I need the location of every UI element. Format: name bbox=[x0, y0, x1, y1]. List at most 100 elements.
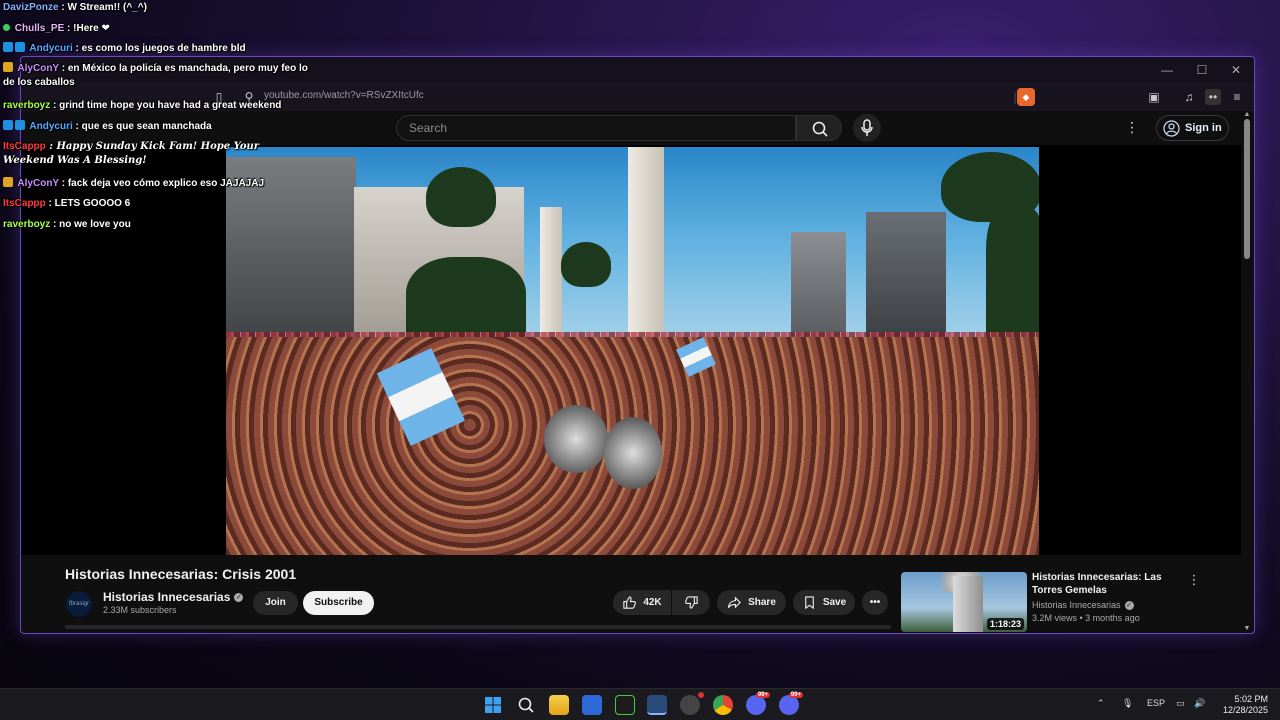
extension-icon[interactable]: •• bbox=[1205, 89, 1221, 105]
discord-icon[interactable]: 99+ bbox=[746, 692, 770, 715]
active-browser-icon[interactable] bbox=[647, 695, 667, 715]
thumbs-up-icon bbox=[623, 596, 637, 609]
settings-more-icon[interactable]: ⋮ bbox=[1123, 119, 1141, 137]
channel-name[interactable]: Historias Innecesarias ✓ bbox=[103, 590, 244, 604]
minimize-icon[interactable]: — bbox=[1156, 61, 1178, 79]
chat-username: Andycuri bbox=[29, 121, 73, 132]
thumbs-down-icon bbox=[684, 596, 698, 609]
chat-text: grind time hope you have had a great wee… bbox=[59, 100, 282, 111]
channel-avatar[interactable]: fbrasigr bbox=[66, 591, 92, 617]
language-indicator[interactable]: ESP bbox=[1147, 698, 1165, 708]
chevron-up-icon[interactable]: ⌃ bbox=[1097, 698, 1105, 709]
voice-search-button[interactable] bbox=[853, 114, 881, 142]
chat-message: ItsCappp : Happy Sunday Kick Fam! Hope Y… bbox=[3, 141, 260, 166]
chat-message: DavizPonze : W Stream!! (^_^) bbox=[3, 2, 147, 13]
scroll-up-icon[interactable]: ▲ bbox=[1242, 111, 1252, 119]
account-icon bbox=[1163, 119, 1180, 137]
video-building bbox=[791, 232, 846, 347]
chat-text: LETS GOOOO 6 bbox=[54, 198, 131, 209]
chat-username: ItsCappp bbox=[3, 198, 46, 209]
chat-message: Chulls_PE : !Here ❤ bbox=[3, 22, 110, 36]
recommended-channel[interactable]: Historias Innecesarias ✓ bbox=[1032, 600, 1134, 610]
taskbar-search-icon[interactable] bbox=[516, 695, 536, 715]
search-icon bbox=[812, 121, 828, 137]
search-box[interactable] bbox=[396, 115, 796, 141]
windows-start-icon[interactable] bbox=[483, 695, 503, 715]
chat-username: AlyConY bbox=[17, 63, 59, 74]
vip-badge-icon bbox=[3, 62, 13, 72]
chat-text: es como los juegos de hambre bld bbox=[81, 43, 246, 54]
chat-message: Andycuri : que es que sean manchada bbox=[3, 120, 212, 134]
recommended-thumbnail[interactable]: 1:18:23 bbox=[901, 572, 1027, 632]
chat-message: raverboyz : no we love you bbox=[3, 219, 131, 230]
chat-username: raverboyz bbox=[3, 219, 51, 230]
scroll-down-icon[interactable]: ▼ bbox=[1242, 625, 1252, 633]
channel-name-text[interactable]: Historias Innecesarias bbox=[103, 590, 230, 604]
subscriber-count: 2.33M subscribers bbox=[103, 605, 177, 615]
network-icon[interactable]: ▭ bbox=[1176, 698, 1185, 709]
video-building bbox=[866, 212, 946, 347]
dislike-button[interactable] bbox=[672, 590, 710, 615]
chat-username: raverboyz bbox=[3, 100, 51, 111]
maximize-icon[interactable]: ☐ bbox=[1191, 61, 1213, 79]
chat-text: !Here ❤ bbox=[73, 23, 110, 34]
recommended-more-icon[interactable]: ⋮ bbox=[1187, 572, 1201, 588]
share-icon bbox=[727, 596, 742, 609]
verified-icon: ✓ bbox=[1124, 600, 1134, 610]
music-icon[interactable]: ♫ bbox=[1181, 89, 1197, 105]
video-palm-tree bbox=[426, 167, 496, 227]
recommended-meta: 3.2M views • 3 months ago bbox=[1032, 613, 1140, 623]
terminal-app-icon[interactable] bbox=[615, 695, 635, 715]
share-button[interactable]: Share bbox=[717, 590, 786, 615]
like-count: 42K bbox=[643, 597, 662, 608]
recommended-title[interactable]: Historias Innecesarias: Las Torres Gemel… bbox=[1032, 571, 1182, 597]
more-actions-button[interactable]: ••• bbox=[862, 590, 888, 615]
verified-icon: ✓ bbox=[234, 592, 244, 602]
save-label: Save bbox=[822, 597, 847, 608]
video-frame[interactable] bbox=[226, 147, 1039, 555]
close-icon[interactable]: ✕ bbox=[1225, 61, 1247, 79]
microsoft-store-icon[interactable] bbox=[582, 695, 602, 715]
like-button[interactable]: 42K bbox=[613, 590, 671, 615]
video-pot bbox=[604, 417, 662, 489]
microphone-tray-icon[interactable]: 🎙 bbox=[1122, 698, 1133, 709]
menu-icon[interactable]: ≡ bbox=[1229, 89, 1245, 105]
chat-message: ItsCappp : LETS GOOOO 6 bbox=[3, 198, 131, 209]
video-pot bbox=[544, 405, 608, 473]
search-button[interactable] bbox=[796, 115, 842, 141]
more-horizontal-icon: ••• bbox=[869, 597, 881, 608]
subscriber-badge-icon bbox=[3, 120, 13, 130]
notification-badge: 99+ bbox=[755, 692, 770, 698]
discord-icon[interactable]: 99+ bbox=[779, 692, 803, 715]
video-title: Historias Innecesarias: Crisis 2001 bbox=[65, 566, 297, 582]
microphone-icon bbox=[861, 119, 873, 136]
page-scrollbar[interactable]: ▲ ▼ bbox=[1242, 111, 1252, 633]
chat-text: que es que sean manchada bbox=[81, 121, 212, 132]
chat-username: Chulls_PE bbox=[14, 23, 65, 34]
sidebar-icon[interactable]: ▣ bbox=[1146, 89, 1162, 105]
obs-icon[interactable] bbox=[680, 692, 704, 715]
recommended-channel-text[interactable]: Historias Innecesarias bbox=[1032, 600, 1121, 610]
scroll-thumb[interactable] bbox=[1244, 119, 1250, 259]
file-explorer-icon[interactable] bbox=[549, 695, 569, 715]
thumbnail-tower bbox=[953, 576, 983, 632]
chat-username: DavizPonze bbox=[3, 2, 59, 13]
clock-date: 12/28/2025 bbox=[1222, 705, 1268, 715]
video-duration: 1:18:23 bbox=[986, 618, 1024, 630]
search-input[interactable] bbox=[397, 116, 795, 140]
notification-badge: 99+ bbox=[788, 692, 803, 698]
save-playlist-icon bbox=[805, 596, 814, 610]
system-clock[interactable]: 5:02 PM 12/28/2025 bbox=[1216, 694, 1268, 716]
notification-dot bbox=[698, 692, 704, 698]
chrome-icon[interactable] bbox=[713, 695, 733, 715]
clock-time: 5:02 PM bbox=[1234, 694, 1268, 704]
subscribe-button[interactable]: Subscribe bbox=[303, 591, 374, 615]
chat-text: W Stream!! (^_^) bbox=[67, 2, 147, 13]
chat-message: raverboyz : grind time hope you have had… bbox=[3, 100, 282, 111]
brave-shield-icon[interactable]: ◆ bbox=[1017, 88, 1035, 106]
subscriber-badge-icon bbox=[3, 42, 13, 52]
volume-icon[interactable]: 🔊 bbox=[1194, 698, 1205, 709]
save-button[interactable]: Save bbox=[793, 590, 855, 615]
join-button[interactable]: Join bbox=[253, 591, 298, 615]
sign-in-button[interactable]: Sign in bbox=[1156, 115, 1229, 141]
